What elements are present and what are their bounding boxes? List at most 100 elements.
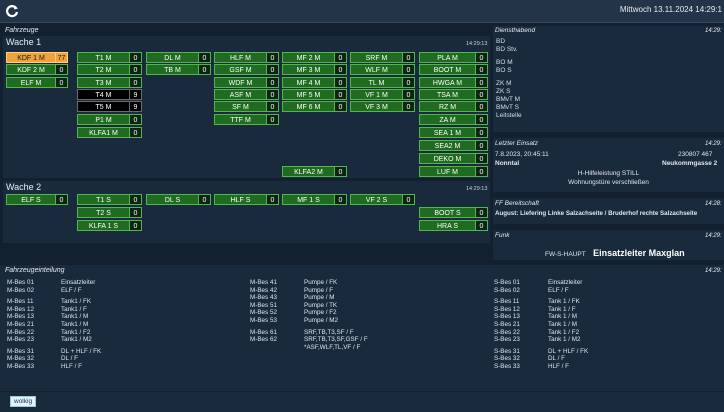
vehicle-count: 0 xyxy=(475,207,488,218)
einsatz-street: Neukommgasse 2 xyxy=(662,160,718,167)
vehicle-tile[interactable]: WDF M0 xyxy=(214,77,279,88)
vehicle-count: 77 xyxy=(55,52,68,63)
vehicle-name: KLFA2 M xyxy=(282,166,334,177)
einteilung-row: S-Bes 12 Tank 1 / F xyxy=(494,306,588,314)
vehicle-tile[interactable]: GSF M0 xyxy=(214,64,279,75)
vehicle-tile[interactable]: MF 3 M0 xyxy=(282,64,347,75)
vehicle-tile[interactable]: TB M0 xyxy=(146,64,211,75)
vehicle-tile[interactable]: KLFA 1 S0 xyxy=(77,220,142,231)
vehicle-name: TL M xyxy=(350,77,402,88)
vehicle-tile[interactable]: PLA M0 xyxy=(419,52,488,63)
vehicle-tile[interactable]: ASF M0 xyxy=(214,89,279,100)
vehicle-tile[interactable]: TTF M0 xyxy=(214,114,279,125)
vehicle-tile[interactable]: ELF M0 xyxy=(6,77,68,88)
vehicle-tile[interactable]: WLF M0 xyxy=(350,64,415,75)
vehicle-tile[interactable]: P1 M0 xyxy=(77,114,142,125)
vehicle-count: 0 xyxy=(334,64,347,75)
vehicle-count: 0 xyxy=(475,77,488,88)
top-bar xyxy=(0,0,724,23)
vehicle-tile[interactable]: HWGA M0 xyxy=(419,77,488,88)
einteilung-assignment: DL / F xyxy=(548,355,565,363)
vehicle-tile[interactable]: HRA S0 xyxy=(419,220,488,231)
einteilung-row: S-Bes 23 Tank 1 / M2 xyxy=(494,336,588,344)
vehicle-name: P1 M xyxy=(77,114,129,125)
vehicle-tile[interactable]: T1 M0 xyxy=(77,52,142,63)
vehicle-tile[interactable]: DL M0 xyxy=(146,52,211,63)
wache2-title: Wache 2 xyxy=(6,182,42,192)
vehicle-tile[interactable]: SRF M0 xyxy=(350,52,415,63)
vehicle-name: BOOT M xyxy=(419,64,475,75)
einteilung-assignment: Tank1 / M2 xyxy=(61,336,92,344)
vehicle-name: HRA S xyxy=(419,220,475,231)
einteilung-code: M-Bes 11 xyxy=(7,298,34,306)
einteilung-code: S-Bes 22 xyxy=(494,328,520,336)
vehicle-tile[interactable]: KLFA2 M0 xyxy=(282,166,347,177)
einteilung-assignment: SRF,TB,T3,SF / F xyxy=(304,328,354,336)
bereitschaft-text: August: Liefering Linke Salzachseite / B… xyxy=(495,210,698,217)
vehicle-name: RZ M xyxy=(419,101,475,112)
vehicle-tile[interactable]: TSA M0 xyxy=(419,89,488,100)
vehicle-tile[interactable]: VF 3 M0 xyxy=(350,101,415,112)
vehicle-tile[interactable]: MF 4 M0 xyxy=(282,77,347,88)
vehicle-tile[interactable]: ELF S0 xyxy=(6,194,68,205)
vehicle-name: MF 3 M xyxy=(282,64,334,75)
vehicle-tile[interactable]: T2 M0 xyxy=(77,64,142,75)
letzter-einsatz-time: 14:29: xyxy=(705,141,722,147)
vehicle-count: 9 xyxy=(129,101,142,112)
einteilung-assignment: Pumpe / F xyxy=(304,286,334,294)
vehicle-tile[interactable]: T5 M9 xyxy=(77,101,142,112)
einteilung-assignment: Tank 1 / F2 xyxy=(548,328,580,336)
vehicle-tile[interactable]: DL S0 xyxy=(146,194,211,205)
einteilung-assignment: Pumpe / M2 xyxy=(304,316,338,324)
vehicle-tile[interactable]: VF 2 S0 xyxy=(350,194,415,205)
einteilung-assignment: Tank 1 / F xyxy=(548,305,576,313)
vehicle-count: 0 xyxy=(334,101,347,112)
einteilung-code: M-Bes 22 xyxy=(7,328,34,336)
vehicle-tile[interactable]: RZ M0 xyxy=(419,101,488,112)
einteilung-code: M-Bes 23 xyxy=(7,336,34,344)
vehicle-tile[interactable]: T2 S0 xyxy=(77,207,142,218)
vehicle-tile[interactable]: MF 5 M0 xyxy=(282,89,347,100)
duty-item: BMvT S xyxy=(496,104,519,111)
funk-time: 14:29: xyxy=(705,233,722,239)
vehicle-count: 0 xyxy=(129,77,142,88)
fahrzeugeinteilung-time: 14:29: xyxy=(705,268,722,274)
vehicle-tile[interactable]: HLF M0 xyxy=(214,52,279,63)
vehicle-count: 0 xyxy=(475,127,488,138)
diensthabend-panel xyxy=(493,26,724,132)
vehicle-name: T5 M xyxy=(77,101,129,112)
vehicle-tile[interactable]: T4 M9 xyxy=(77,89,142,100)
einteilung-assignment: Tank 1 / M xyxy=(548,313,578,321)
einteilung-code: M-Bes 33 xyxy=(7,362,34,370)
vehicle-count: 0 xyxy=(55,194,68,205)
vehicle-tile[interactable]: MF 6 M0 xyxy=(282,101,347,112)
vehicle-tile[interactable]: MF 2 M0 xyxy=(282,52,347,63)
vehicle-tile[interactable]: KLFA1 M0 xyxy=(77,127,142,138)
vehicle-count: 0 xyxy=(55,64,68,75)
vehicle-name: WDF M xyxy=(214,77,266,88)
bereitschaft-title: FF Bereitschaft xyxy=(495,200,539,207)
vehicle-tile[interactable]: SEA 1 M0 xyxy=(419,127,488,138)
einteilung-row: M-Bes 32 DL / F xyxy=(7,355,101,363)
vehicle-tile[interactable]: ZA M0 xyxy=(419,114,488,125)
vehicle-tile[interactable]: BOOT S0 xyxy=(419,207,488,218)
vehicle-tile[interactable]: VF 1 M0 xyxy=(350,89,415,100)
einteilung-row: S-Bes 31 DL + HLF / FK xyxy=(494,348,588,356)
vehicle-tile[interactable]: KDF 1 M 77 xyxy=(6,52,68,63)
vehicle-tile[interactable]: MF 1 S0 xyxy=(282,194,347,205)
vehicle-tile[interactable]: TL M0 xyxy=(350,77,415,88)
einteilung-assignment: ELF / F xyxy=(548,286,569,294)
vehicle-tile[interactable]: HLF S0 xyxy=(214,194,279,205)
vehicle-tile[interactable]: BOOT M0 xyxy=(419,64,488,75)
vehicle-tile[interactable]: T3 M0 xyxy=(77,77,142,88)
vehicle-tile[interactable]: LUF M0 xyxy=(419,166,488,177)
vehicle-tile[interactable]: SF M0 xyxy=(214,101,279,112)
vehicle-tile[interactable]: SEA2 M0 xyxy=(419,140,488,151)
vehicle-name: T4 M xyxy=(77,89,129,100)
einteilung-code: S-Bes 32 xyxy=(494,355,520,363)
vehicle-tile[interactable]: T1 S0 xyxy=(77,194,142,205)
vehicle-tile[interactable]: KDF 2 M0 xyxy=(6,64,68,75)
einteilung-row: S-Bes 11 Tank 1 / FK xyxy=(494,298,588,306)
vehicle-tile[interactable]: DEKO M0 xyxy=(419,153,488,164)
einteilung-assignment: Tank 1 / FK xyxy=(548,298,580,306)
